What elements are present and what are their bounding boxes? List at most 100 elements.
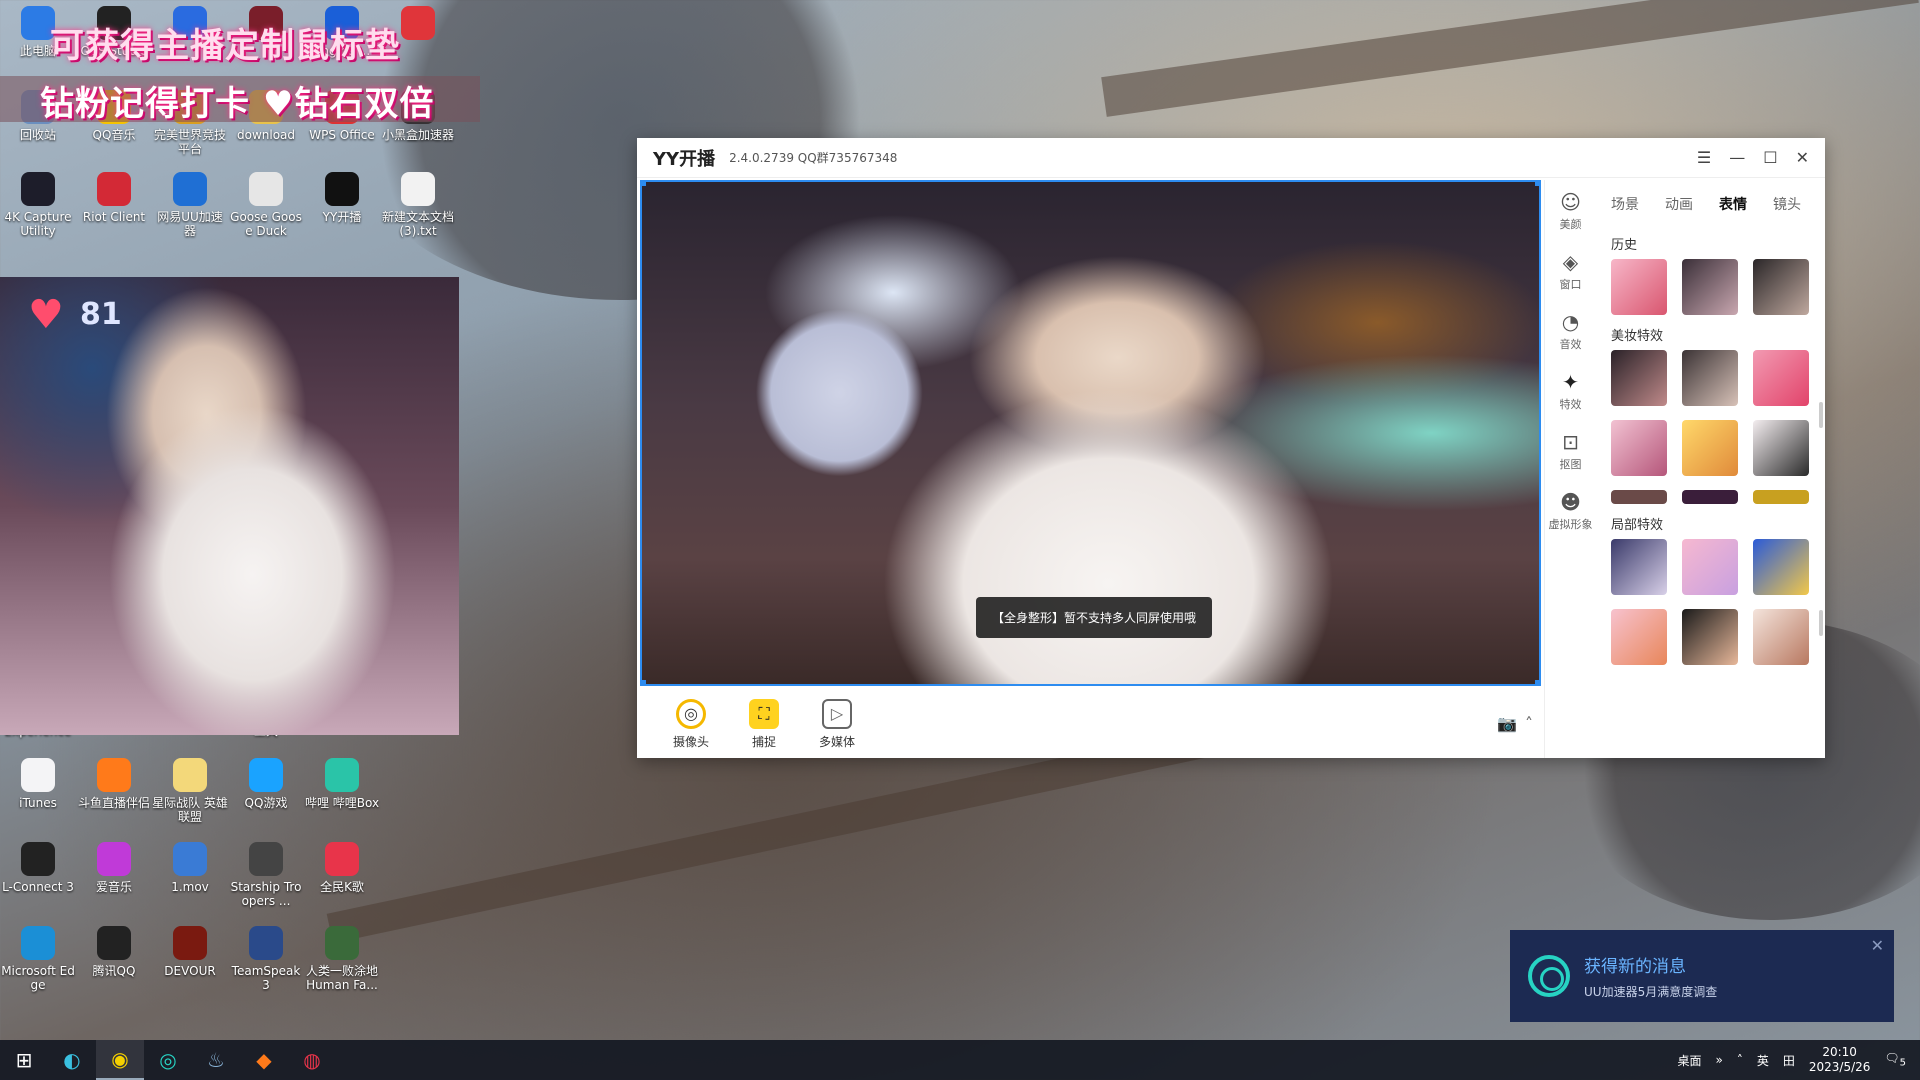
desktop-icon[interactable]: 哔哩 哔哩Box bbox=[304, 758, 380, 810]
desktop-icon[interactable]: TeamSpeak 3 bbox=[228, 926, 304, 992]
tool-avatar[interactable]: ☻ 虚拟形象 bbox=[1549, 490, 1593, 532]
riot-icon bbox=[97, 172, 131, 206]
desktop-icon[interactable]: Starship Troopers ... bbox=[228, 842, 304, 908]
effect-thumb[interactable] bbox=[1682, 609, 1738, 665]
tab-expression[interactable]: 表情 bbox=[1719, 194, 1747, 214]
effect-thumb[interactable] bbox=[1611, 420, 1667, 476]
section-history: 历史 bbox=[1611, 238, 1638, 253]
capture-source-button[interactable]: ⛶ 捕捉 bbox=[749, 698, 780, 750]
uu-taskbar-icon[interactable]: ◎ bbox=[144, 1040, 192, 1080]
effect-thumb[interactable] bbox=[1611, 539, 1667, 595]
tool-label: 音效 bbox=[1559, 338, 1582, 351]
desktop-icon[interactable]: 4K Capture Utility bbox=[0, 172, 76, 238]
clock-time: 20:10 bbox=[1822, 1045, 1857, 1059]
desktop-icon[interactable]: 新建文本文档 (3).txt bbox=[380, 172, 456, 238]
desktop-icon-label: 哔哩 哔哩Box bbox=[304, 796, 380, 810]
desktop-icon[interactable]: YY开播 bbox=[304, 172, 380, 224]
snapshot-control[interactable]: 📷 ˄ bbox=[1497, 714, 1533, 733]
camera-source-button[interactable]: ◎ 摄像头 bbox=[673, 698, 709, 750]
effect-thumb[interactable] bbox=[1682, 490, 1738, 504]
desktop-icon[interactable]: Microsoft Edge bbox=[0, 926, 76, 992]
wallpaper-rail bbox=[1101, 0, 1919, 117]
scrollbar-thumb[interactable] bbox=[1819, 402, 1823, 428]
desktop-icon[interactable]: 网易UU加速器 bbox=[152, 172, 228, 238]
effect-thumb[interactable] bbox=[1753, 539, 1809, 595]
clock[interactable]: 20:10 2023/5/26 bbox=[1809, 1045, 1871, 1075]
close-icon[interactable]: ✕ bbox=[1871, 936, 1884, 955]
notification-toast[interactable]: 获得新的消息 UU加速器5月满意度调查 ✕ bbox=[1510, 930, 1894, 1022]
desktop-icon[interactable]: 爱音乐 bbox=[76, 842, 152, 894]
tool-window[interactable]: ◈ 窗口 bbox=[1560, 250, 1582, 292]
desktop-icon[interactable]: Riot Client bbox=[76, 172, 152, 224]
notification-center-icon[interactable]: 🗨5 bbox=[1884, 1051, 1906, 1068]
desktop-icon-label: 星际战队 英雄联盟 bbox=[152, 796, 228, 824]
live-preview[interactable]: 【全身整形】暂不支持多人同屏使用哦 bbox=[640, 180, 1541, 686]
effect-thumb[interactable] bbox=[1753, 490, 1809, 504]
tool-cutout[interactable]: ⊡ 抠图 bbox=[1560, 430, 1582, 472]
tool-sound-effect[interactable]: ◔ 音效 bbox=[1560, 310, 1582, 352]
resize-handle[interactable] bbox=[1535, 182, 1539, 186]
effect-thumb[interactable] bbox=[1611, 609, 1667, 665]
resize-handle[interactable] bbox=[642, 182, 646, 186]
desktop-icon[interactable]: DEVOUR bbox=[152, 926, 228, 978]
tab-lens[interactable]: 镜头 bbox=[1773, 194, 1801, 214]
keyboard-grid-icon[interactable]: 田 bbox=[1783, 1052, 1795, 1069]
media-source-button[interactable]: ▷ 多媒体 bbox=[819, 698, 855, 750]
maximize-icon[interactable]: ☐ bbox=[1763, 148, 1777, 167]
desktop-icon[interactable]: QQ游戏 bbox=[228, 758, 304, 810]
effect-thumb[interactable] bbox=[1682, 420, 1738, 476]
steam-taskbar-icon[interactable]: ♨ bbox=[192, 1040, 240, 1080]
effect-thumb[interactable] bbox=[1611, 259, 1667, 315]
yy-titlebar[interactable]: YY开播 2.4.0.2739 QQ群735767348 ☰ — ☐ ✕ bbox=[637, 138, 1825, 178]
desktop-icon[interactable]: 星际战队 英雄联盟 bbox=[152, 758, 228, 824]
effect-thumb[interactable] bbox=[1682, 350, 1738, 406]
yy-version-text: 2.4.0.2739 QQ群735767348 bbox=[729, 151, 898, 165]
qq-game-icon bbox=[249, 758, 283, 792]
desktop-icon[interactable]: Goose Goose Duck bbox=[228, 172, 304, 238]
panel-tabs: 场景 动画 表情 镜头 bbox=[1597, 180, 1825, 224]
desktop-icon[interactable]: 腾讯QQ bbox=[76, 926, 152, 978]
edge-taskbar-icon[interactable]: ◐ bbox=[48, 1040, 96, 1080]
effect-thumb[interactable] bbox=[1753, 259, 1809, 315]
start-button[interactable]: ⊞ bbox=[0, 1040, 48, 1080]
resize-handle[interactable] bbox=[1535, 680, 1539, 684]
snapshot-camera-icon[interactable]: 📷 bbox=[1497, 714, 1517, 733]
desktop-icon-label: TeamSpeak 3 bbox=[231, 964, 301, 992]
edge-icon bbox=[21, 926, 55, 960]
douyu-taskbar-icon[interactable]: ◆ bbox=[240, 1040, 288, 1080]
desktop-toolbar-label[interactable]: 桌面 bbox=[1677, 1052, 1701, 1069]
effect-thumb[interactable] bbox=[1682, 539, 1738, 595]
chevron-up-icon[interactable]: ˄ bbox=[1525, 714, 1533, 733]
desktop-icon[interactable]: iTunes bbox=[0, 758, 76, 810]
desktop-icon[interactable]: 人类一败涂地 Human Fa... bbox=[304, 926, 380, 992]
netease-music-taskbar-icon[interactable]: ◍ bbox=[288, 1040, 336, 1080]
local-effects-grid bbox=[1597, 539, 1825, 665]
chevron-more-icon[interactable]: » bbox=[1715, 1053, 1722, 1067]
effect-thumb[interactable] bbox=[1682, 259, 1738, 315]
desktop-icon[interactable]: L-Connect 3 bbox=[0, 842, 76, 894]
effect-thumb[interactable] bbox=[1611, 490, 1667, 504]
tool-effects[interactable]: ✦ 特效 bbox=[1560, 370, 1582, 412]
close-icon[interactable]: ✕ bbox=[1796, 148, 1809, 167]
resize-handle[interactable] bbox=[642, 680, 646, 684]
chevron-up-icon[interactable]: ˄ bbox=[1737, 1053, 1743, 1067]
desktop-icon-label: Goose Goose Duck bbox=[230, 210, 302, 238]
effect-thumb[interactable] bbox=[1611, 350, 1667, 406]
scrollbar-thumb[interactable] bbox=[1819, 610, 1823, 636]
tab-animation[interactable]: 动画 bbox=[1665, 194, 1693, 214]
overlay-banner-bottom: 钻粉记得打卡 ♥钻石双倍 bbox=[0, 76, 480, 124]
minimize-icon[interactable]: — bbox=[1729, 148, 1745, 167]
ime-indicator[interactable]: 英 bbox=[1757, 1052, 1769, 1069]
devour-icon bbox=[173, 926, 207, 960]
menu-icon[interactable]: ☰ bbox=[1697, 148, 1711, 167]
desktop-icon[interactable]: 全民K歌 bbox=[304, 842, 380, 894]
desktop-icon-label: QQ游戏 bbox=[244, 796, 288, 810]
desktop-icon[interactable]: 斗鱼直播伴侣 bbox=[76, 758, 152, 810]
effect-thumb[interactable] bbox=[1753, 420, 1809, 476]
tool-beauty[interactable]: ☺ 美颜 bbox=[1560, 190, 1582, 232]
effect-thumb[interactable] bbox=[1753, 350, 1809, 406]
desktop-icon[interactable]: 1.mov bbox=[152, 842, 228, 894]
effect-thumb[interactable] bbox=[1753, 609, 1809, 665]
tab-scene[interactable]: 场景 bbox=[1611, 194, 1639, 214]
yy-taskbar-icon[interactable]: ◉ bbox=[96, 1040, 144, 1080]
